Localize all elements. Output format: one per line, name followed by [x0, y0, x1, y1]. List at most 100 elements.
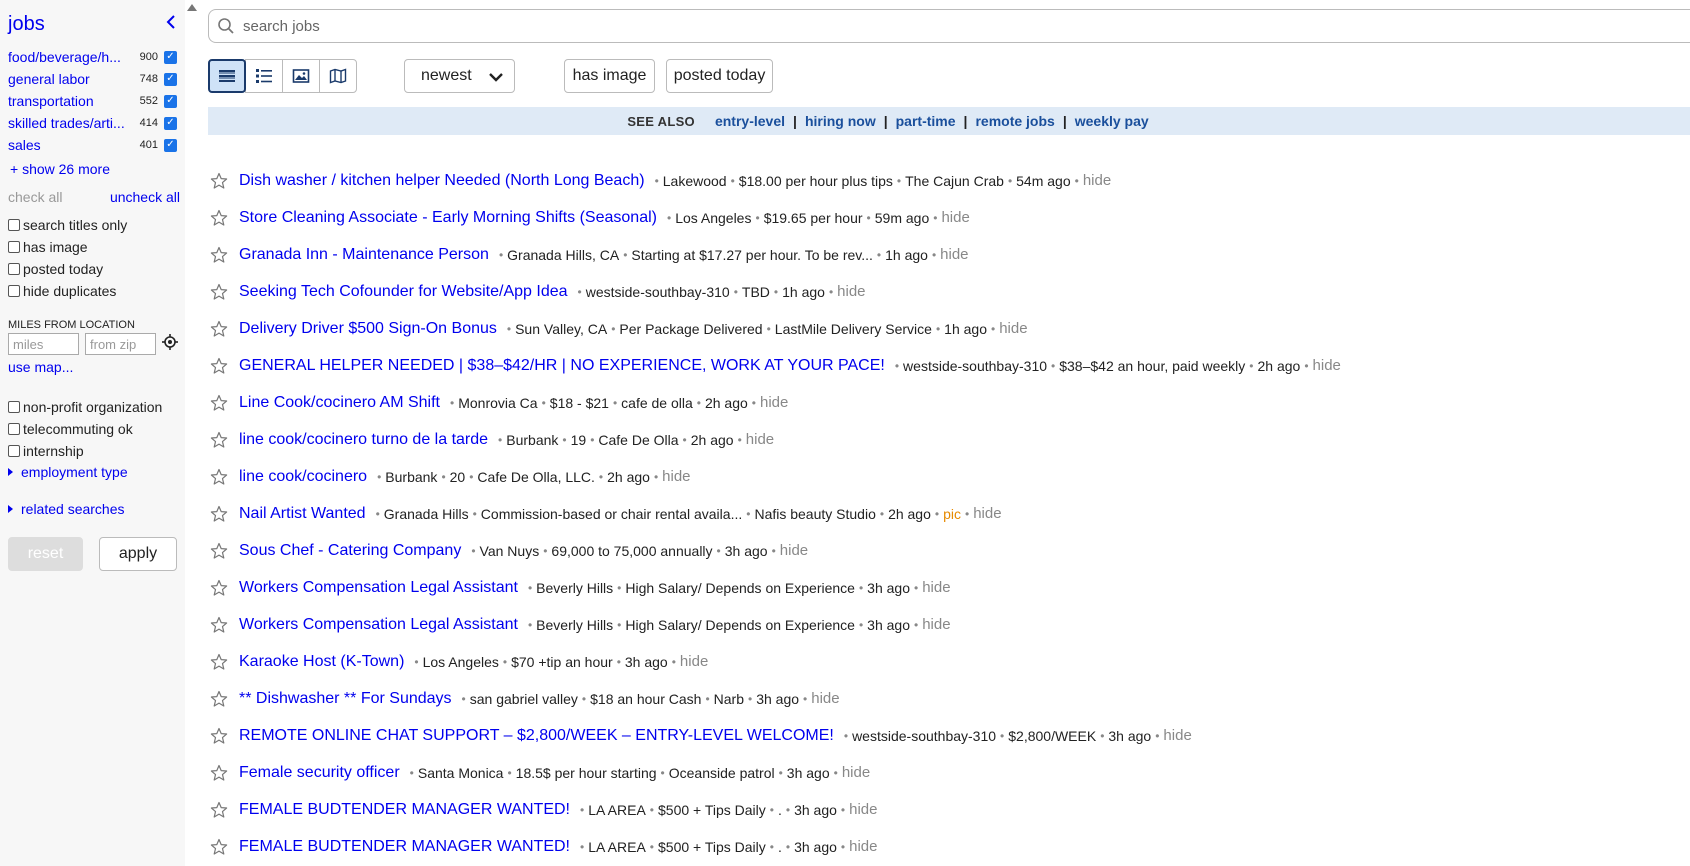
star-icon[interactable]: [210, 505, 228, 523]
search-input[interactable]: [241, 16, 1641, 36]
option-has-image[interactable]: has image: [8, 236, 180, 258]
star-icon[interactable]: [210, 616, 228, 634]
result-title-link[interactable]: FEMALE BUDTENDER MANAGER WANTED!: [239, 838, 570, 856]
category-checkbox[interactable]: ✓: [164, 50, 177, 64]
hide-link[interactable]: hide: [837, 283, 865, 300]
see-also-link-part-time[interactable]: part-time: [896, 113, 956, 129]
gallery-view-button[interactable]: [282, 59, 320, 93]
result-title-link[interactable]: Delivery Driver $500 Sign-On Bonus: [239, 320, 497, 338]
chevron-left-icon[interactable]: [162, 14, 180, 35]
category-item[interactable]: food/beverage/h... 900 ✓: [8, 46, 180, 68]
hide-link[interactable]: hide: [940, 246, 968, 263]
option-telecommuting[interactable]: telecommuting ok: [8, 418, 180, 440]
category-name[interactable]: skilled trades/arti...: [8, 115, 128, 131]
star-icon[interactable]: [210, 838, 228, 856]
result-title-link[interactable]: Workers Compensation Legal Assistant: [239, 579, 518, 597]
result-title-link[interactable]: Dish washer / kitchen helper Needed (Nor…: [239, 172, 645, 190]
option-search-titles-only[interactable]: search titles only: [8, 214, 180, 236]
zip-input[interactable]: [85, 333, 156, 355]
category-checkbox[interactable]: ✓: [164, 116, 177, 130]
option-hide-duplicates[interactable]: hide duplicates: [8, 280, 180, 302]
star-icon[interactable]: [210, 801, 228, 819]
result-title-link[interactable]: Sous Chef - Catering Company: [239, 542, 461, 560]
locate-icon[interactable]: [162, 333, 178, 355]
star-icon[interactable]: [210, 431, 228, 449]
checkbox[interactable]: [8, 263, 20, 275]
star-icon[interactable]: [210, 764, 228, 782]
hide-link[interactable]: hide: [662, 468, 690, 485]
posted-today-filter-button[interactable]: posted today: [666, 59, 773, 93]
category-name[interactable]: sales: [8, 137, 128, 153]
scroll-up-arrow[interactable]: [187, 4, 197, 11]
see-also-link-hiring-now[interactable]: hiring now: [805, 113, 876, 129]
category-name[interactable]: general labor: [8, 71, 128, 87]
option-internship[interactable]: internship: [8, 440, 180, 462]
result-title-link[interactable]: Granada Inn - Maintenance Person: [239, 246, 489, 264]
checkbox[interactable]: [8, 241, 20, 253]
star-icon[interactable]: [210, 727, 228, 745]
hide-link[interactable]: hide: [780, 542, 808, 559]
star-icon[interactable]: [210, 468, 228, 486]
hide-link[interactable]: hide: [941, 209, 969, 226]
hide-link[interactable]: hide: [746, 431, 774, 448]
see-also-link-remote-jobs[interactable]: remote jobs: [975, 113, 1054, 129]
star-icon[interactable]: [210, 209, 228, 227]
result-title-link[interactable]: REMOTE ONLINE CHAT SUPPORT – $2,800/WEEK…: [239, 727, 834, 745]
use-map-link[interactable]: use map...: [8, 359, 73, 375]
list-view-button[interactable]: [208, 59, 246, 93]
hide-link[interactable]: hide: [760, 394, 788, 411]
reset-button[interactable]: reset: [8, 537, 83, 571]
result-title-link[interactable]: Female security officer: [239, 764, 400, 782]
result-title-link[interactable]: Line Cook/cocinero AM Shift: [239, 394, 440, 412]
star-icon[interactable]: [210, 394, 228, 412]
star-icon[interactable]: [210, 690, 228, 708]
star-icon[interactable]: [210, 653, 228, 671]
hide-link[interactable]: hide: [973, 505, 1001, 522]
hide-link[interactable]: hide: [1313, 357, 1341, 374]
show-more-link[interactable]: + show 26 more: [10, 161, 110, 177]
checkbox[interactable]: [8, 219, 20, 231]
hide-link[interactable]: hide: [1083, 172, 1111, 189]
result-title-link[interactable]: Nail Artist Wanted: [239, 505, 366, 523]
has-image-filter-button[interactable]: has image: [564, 59, 655, 93]
related-searches-expander[interactable]: related searches: [8, 501, 125, 517]
result-title-link[interactable]: ** Dishwasher ** For Sundays: [239, 690, 452, 708]
star-icon[interactable]: [210, 172, 228, 190]
hide-link[interactable]: hide: [811, 690, 839, 707]
sort-dropdown[interactable]: newest: [404, 59, 515, 93]
employment-type-expander[interactable]: employment type: [8, 464, 128, 480]
hide-link[interactable]: hide: [849, 838, 877, 855]
category-name[interactable]: food/beverage/h...: [8, 49, 128, 65]
result-title-link[interactable]: Karaoke Host (K-Town): [239, 653, 404, 671]
miles-input[interactable]: [8, 333, 79, 355]
hide-link[interactable]: hide: [999, 320, 1027, 337]
option-non-profit[interactable]: non-profit organization: [8, 396, 180, 418]
checkbox[interactable]: [8, 401, 20, 413]
result-title-link[interactable]: Store Cleaning Associate - Early Morning…: [239, 209, 657, 227]
hide-link[interactable]: hide: [1163, 727, 1191, 744]
hide-link[interactable]: hide: [680, 653, 708, 670]
hide-link[interactable]: hide: [922, 579, 950, 596]
result-title-link[interactable]: line cook/cocinero turno de la tarde: [239, 431, 488, 449]
result-title-link[interactable]: GENERAL HELPER NEEDED | $38–$42/HR | NO …: [239, 357, 885, 375]
thumb-list-view-button[interactable]: [245, 59, 283, 93]
checkbox[interactable]: [8, 285, 20, 297]
category-checkbox[interactable]: ✓: [164, 94, 177, 108]
category-name[interactable]: transportation: [8, 93, 128, 109]
star-icon[interactable]: [210, 246, 228, 264]
category-item[interactable]: general labor 748 ✓: [8, 68, 180, 90]
result-title-link[interactable]: Workers Compensation Legal Assistant: [239, 616, 518, 634]
star-icon[interactable]: [210, 320, 228, 338]
check-all-link[interactable]: check all: [8, 189, 62, 205]
category-checkbox[interactable]: ✓: [164, 72, 177, 86]
hide-link[interactable]: hide: [842, 764, 870, 781]
category-item[interactable]: skilled trades/arti... 414 ✓: [8, 112, 180, 134]
star-icon[interactable]: [210, 357, 228, 375]
category-item[interactable]: sales 401 ✓: [8, 134, 180, 156]
see-also-link-entry-level[interactable]: entry-level: [715, 113, 785, 129]
checkbox[interactable]: [8, 423, 20, 435]
category-checkbox[interactable]: ✓: [164, 138, 177, 152]
apply-button[interactable]: apply: [99, 537, 177, 571]
result-title-link[interactable]: line cook/cocinero: [239, 468, 367, 486]
uncheck-all-link[interactable]: uncheck all: [110, 189, 180, 205]
